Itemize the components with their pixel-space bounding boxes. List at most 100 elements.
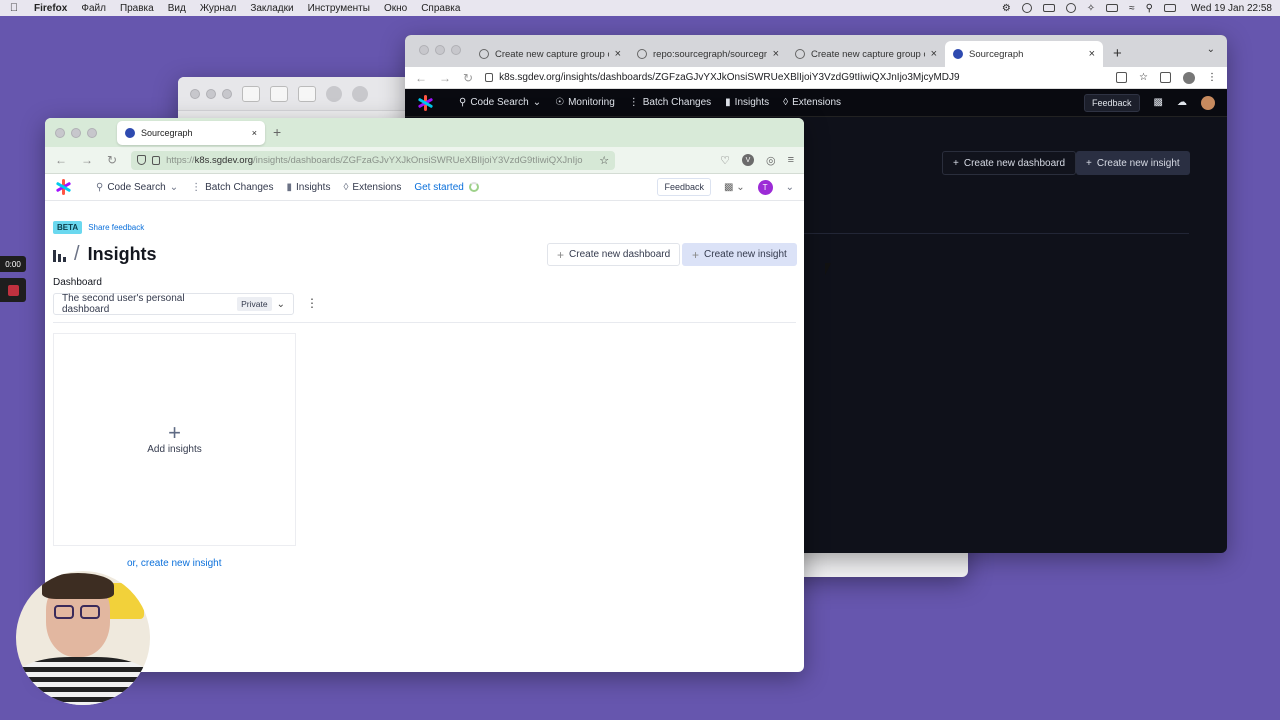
- new-tab-icon[interactable]: +: [1113, 45, 1122, 67]
- menu-item-history[interactable]: Журнал: [200, 3, 237, 14]
- bookmark-star-icon[interactable]: ☆: [1139, 72, 1148, 83]
- zoom-window-button[interactable]: [451, 45, 461, 55]
- forward-button[interactable]: [298, 85, 316, 102]
- battery-icon[interactable]: [1106, 4, 1119, 12]
- dashboard-select[interactable]: The second user's personal dashboard Pri…: [53, 293, 294, 315]
- profile-avatar-icon[interactable]: [1183, 71, 1195, 84]
- extension-icon[interactable]: [352, 85, 368, 102]
- menu-item-window[interactable]: Окно: [384, 3, 407, 14]
- sidebar-toggle-icon[interactable]: [242, 85, 260, 102]
- lock-icon[interactable]: [152, 155, 161, 165]
- url-field[interactable]: https://k8s.sgdev.org/insights/dashboard…: [131, 150, 616, 170]
- create-insight-button[interactable]: + Create new insight: [1076, 151, 1190, 175]
- user-avatar[interactable]: T: [757, 179, 773, 195]
- tab-search-chevron-icon[interactable]: ⌄: [1207, 44, 1215, 55]
- nav-insights[interactable]: ▮ Insights: [725, 97, 769, 108]
- menu-app-name[interactable]: Firefox: [34, 3, 67, 14]
- chevron-down-icon[interactable]: ⌄: [786, 182, 794, 193]
- browser-tab[interactable]: Create new capture group code ×: [471, 41, 629, 67]
- sourcegraph-logo-icon[interactable]: [55, 179, 72, 195]
- back-arrow-icon[interactable]: ←: [415, 71, 427, 85]
- close-tab-icon[interactable]: ×: [252, 128, 257, 138]
- browser-tab[interactable]: repo:sourcegraph/sourcegraph ×: [629, 41, 787, 67]
- zoom-window-button[interactable]: [87, 127, 97, 138]
- minimize-window-button[interactable]: [71, 127, 81, 138]
- close-tab-icon[interactable]: ×: [773, 48, 779, 60]
- url-field[interactable]: k8s.sgdev.org/insights/dashboards/ZGFzaG…: [485, 72, 1104, 83]
- reload-icon[interactable]: ↻: [107, 153, 117, 167]
- stop-recording-button[interactable]: [0, 278, 26, 302]
- menu-item-edit[interactable]: Правка: [120, 3, 154, 14]
- create-insight-button[interactable]: + Create new insight: [682, 243, 797, 266]
- menu-item-tools[interactable]: Инструменты: [308, 3, 370, 14]
- sourcegraph-logo-icon[interactable]: [417, 94, 434, 111]
- forward-arrow-icon[interactable]: →: [81, 153, 93, 167]
- nav-insights[interactable]: ▮ Insights: [286, 182, 330, 193]
- flag-icon[interactable]: [1042, 4, 1055, 12]
- nav-insights-label: Insights: [296, 181, 331, 193]
- more-menu-icon[interactable]: ⋮: [1207, 72, 1217, 83]
- menu-item-help[interactable]: Справка: [421, 3, 460, 14]
- new-tab-icon[interactable]: +: [273, 124, 281, 140]
- browser-tab[interactable]: Create new capture group code ×: [787, 41, 945, 67]
- reload-icon[interactable]: ↻: [463, 71, 473, 85]
- add-insights-card[interactable]: + Add insights: [53, 333, 296, 546]
- extension-icon[interactable]: [326, 85, 342, 102]
- extensions-puzzle-icon[interactable]: [1160, 72, 1171, 83]
- control-center-icon[interactable]: [1164, 4, 1176, 12]
- nav-batch-changes[interactable]: ⋮ Batch Changes: [191, 182, 273, 193]
- info-icon[interactable]: [1065, 3, 1076, 13]
- hamburger-menu-icon[interactable]: ≡: [788, 154, 794, 166]
- forward-arrow-icon[interactable]: →: [439, 71, 451, 85]
- gear-icon[interactable]: ⚙: [1002, 3, 1011, 14]
- bluetooth-icon[interactable]: ✧: [1087, 3, 1095, 14]
- bookmark-star-icon[interactable]: ☆: [599, 154, 609, 167]
- nav-batch-changes[interactable]: ⋮ Batch Changes: [629, 97, 711, 108]
- menu-item-bookmarks[interactable]: Закладки: [250, 3, 293, 14]
- add-insights-label: Add insights: [147, 444, 202, 455]
- nav-extensions[interactable]: ◊ Extensions: [783, 97, 841, 108]
- share-feedback-link[interactable]: Share feedback: [88, 223, 144, 232]
- bar-chart-icon: ▮: [286, 181, 292, 193]
- play-icon[interactable]: [1021, 3, 1032, 13]
- tracking-shield-icon[interactable]: [137, 155, 147, 165]
- create-new-insight-link[interactable]: or, create new insight: [127, 558, 222, 569]
- nav-code-search[interactable]: ⚲ Code Search ⌄: [96, 182, 178, 193]
- close-window-button[interactable]: [190, 88, 200, 99]
- close-window-button[interactable]: [419, 45, 429, 55]
- close-tab-icon[interactable]: ×: [615, 48, 621, 60]
- wifi-icon[interactable]: ≈: [1129, 3, 1135, 14]
- user-avatar[interactable]: [1201, 95, 1215, 110]
- menu-item-file[interactable]: Файл: [81, 3, 106, 14]
- dashboard-menu-kebab-icon[interactable]: ⋮: [306, 296, 318, 310]
- cloud-status-icon[interactable]: ☁: [1177, 97, 1187, 108]
- nav-code-search[interactable]: ⚲ Code Search ⌄: [459, 97, 541, 108]
- terminal-icon[interactable]: ▩: [1154, 97, 1163, 108]
- back-arrow-icon[interactable]: ←: [55, 153, 67, 167]
- globe-icon[interactable]: ◎: [766, 154, 776, 167]
- search-icon[interactable]: ⚲: [1146, 3, 1153, 14]
- feedback-button[interactable]: Feedback: [657, 178, 711, 196]
- close-tab-icon[interactable]: ×: [931, 48, 937, 60]
- feedback-button[interactable]: Feedback: [1084, 93, 1140, 112]
- browser-tab-active[interactable]: Sourcegraph ×: [945, 41, 1103, 67]
- close-window-button[interactable]: [55, 127, 65, 138]
- menu-item-view[interactable]: Вид: [168, 3, 186, 14]
- nav-monitoring[interactable]: ☉ Monitoring: [555, 97, 615, 108]
- vpn-extension-icon[interactable]: V: [741, 154, 754, 166]
- back-button[interactable]: [270, 85, 288, 102]
- terminal-icon[interactable]: ▩ ⌄: [724, 182, 745, 193]
- minimize-window-button[interactable]: [435, 45, 445, 55]
- nav-extensions[interactable]: ◊ Extensions: [343, 182, 401, 193]
- browser-tab-active[interactable]: Sourcegraph ×: [117, 121, 265, 145]
- minimize-window-button[interactable]: [206, 88, 216, 99]
- pocket-icon[interactable]: ♡: [720, 154, 730, 167]
- create-dashboard-button[interactable]: + Create new dashboard: [547, 243, 681, 266]
- close-tab-icon[interactable]: ×: [1089, 48, 1095, 60]
- get-started-link[interactable]: Get started: [414, 182, 479, 193]
- apple-menu-icon[interactable]: : [8, 2, 20, 14]
- create-dashboard-button[interactable]: + Create new dashboard: [942, 151, 1077, 175]
- share-icon[interactable]: [1116, 72, 1128, 83]
- menubar-clock[interactable]: Wed 19 Jan 22:58: [1191, 3, 1272, 14]
- zoom-window-button[interactable]: [222, 88, 232, 99]
